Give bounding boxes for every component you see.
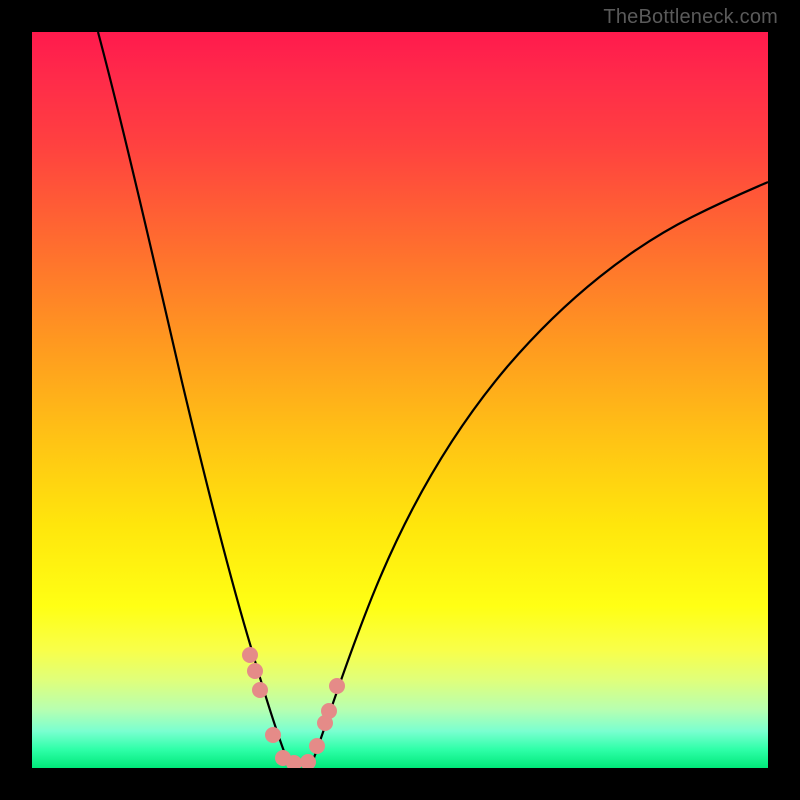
marker-dot [309, 738, 325, 754]
left-curve [98, 32, 290, 763]
marker-dot [242, 647, 258, 663]
marker-dot [321, 703, 337, 719]
plot-area [32, 32, 768, 768]
attribution-text: TheBottleneck.com [603, 6, 778, 29]
marker-dot [247, 663, 263, 679]
marker-dot [329, 678, 345, 694]
marker-group [242, 647, 345, 768]
chart-frame: TheBottleneck.com [0, 0, 800, 800]
right-curve [312, 182, 768, 763]
marker-dot [252, 682, 268, 698]
curve-layer [32, 32, 768, 768]
marker-dot [265, 727, 281, 743]
